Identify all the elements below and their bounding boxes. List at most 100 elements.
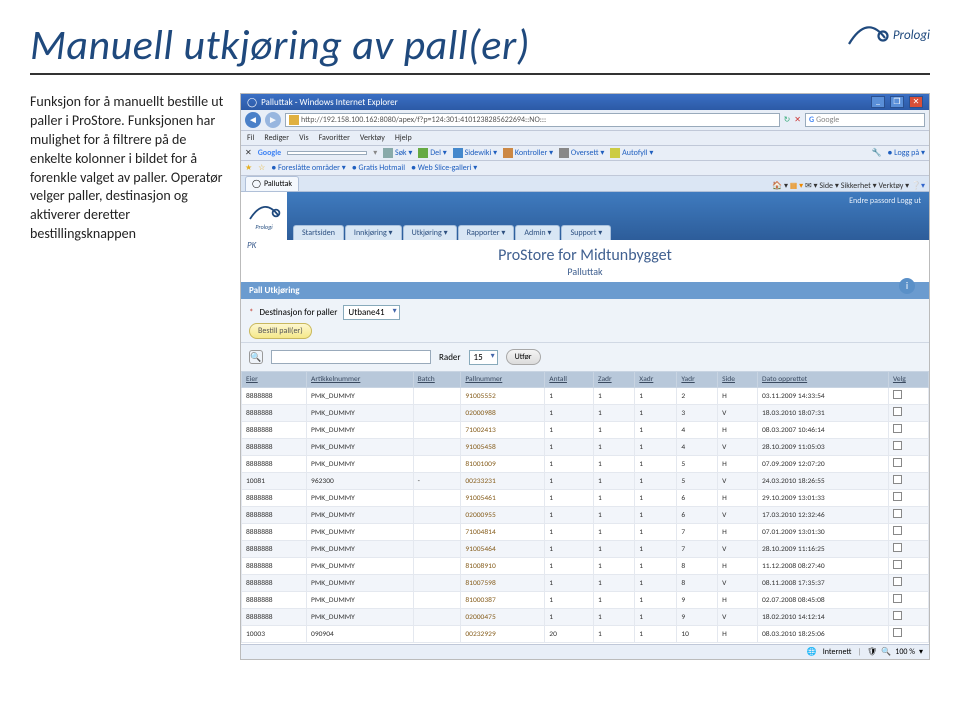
table-search-input[interactable] <box>271 350 431 364</box>
address-bar[interactable]: http://192.158.100.162:8080/apex/f?p=124… <box>285 113 780 127</box>
app-user-links[interactable]: Endre passord Logg ut <box>841 192 929 240</box>
table-cell: 1 <box>545 439 594 456</box>
stop-icon[interactable]: ✕ <box>794 115 801 125</box>
close-button[interactable]: ✕ <box>909 96 923 108</box>
menu-view[interactable]: Vis <box>299 133 309 143</box>
menu-tools[interactable]: Verktøy <box>360 133 385 143</box>
menu-file[interactable]: Fil <box>247 133 254 143</box>
row-checkbox[interactable] <box>893 577 902 586</box>
zoom-dropdown-icon[interactable]: ▾ <box>919 647 923 657</box>
table-cell: 81008910 <box>461 558 545 575</box>
wrench-icon[interactable]: 🔧 <box>872 148 882 158</box>
table-cell: PMK_DUMMY <box>307 524 414 541</box>
column-header[interactable]: Antall <box>545 372 594 388</box>
column-header[interactable]: Side <box>718 372 758 388</box>
tb-share[interactable]: Del ▾ <box>418 148 446 158</box>
row-checkbox[interactable] <box>893 526 902 535</box>
favorites-star-icon[interactable]: ★ <box>245 163 252 173</box>
app-tab-utkjoring[interactable]: Utkjøring ▾ <box>403 225 457 240</box>
tb-check[interactable]: Kontroller ▾ <box>503 148 553 158</box>
table-cell: 1 <box>545 490 594 507</box>
pallets-table: EierArtikkelnummerBatchPallnummerAntallZ… <box>241 371 929 643</box>
column-header[interactable]: Velg <box>888 372 928 388</box>
tb-login[interactable]: ● Logg på ▾ <box>888 148 926 158</box>
refresh-icon[interactable]: ↻ <box>784 115 791 125</box>
help-icon[interactable]: ❔▾ <box>911 181 925 191</box>
menu-edit[interactable]: Rediger <box>264 133 289 143</box>
google-search-input[interactable] <box>287 151 367 155</box>
app-tab-startsiden[interactable]: Startsiden <box>293 225 344 240</box>
column-header[interactable]: Dato opprettet <box>758 372 889 388</box>
add-fav-icon[interactable]: ☆ <box>258 163 265 173</box>
tab-action-page[interactable]: Side <box>819 181 833 191</box>
destination-select[interactable]: Utbane41 <box>343 305 399 320</box>
rows-select[interactable]: 15 <box>469 350 498 365</box>
row-checkbox[interactable] <box>893 492 902 501</box>
column-header[interactable]: Eier <box>242 372 307 388</box>
row-checkbox[interactable] <box>893 475 902 484</box>
app-tab-admin[interactable]: Admin ▾ <box>515 225 560 240</box>
search-icon-btn[interactable]: 🔍 <box>249 350 263 364</box>
zoom-icon[interactable]: 🔍 <box>881 647 891 657</box>
window-title: Palluttak - Windows Internet Explorer <box>261 97 398 108</box>
tab-action-security[interactable]: Sikkerhet <box>841 181 871 191</box>
row-checkbox[interactable] <box>893 509 902 518</box>
fav-hotmail[interactable]: ● Gratis Hotmail <box>352 163 405 173</box>
tb-sidewiki[interactable]: Sidewiki ▾ <box>453 148 497 158</box>
tab-action-tools[interactable]: Verktøy <box>878 181 903 191</box>
table-cell: 090904 <box>307 626 414 643</box>
table-cell: 1 <box>545 609 594 626</box>
column-header[interactable]: Yadr <box>677 372 718 388</box>
feed-icon[interactable]: ▦ ▾ <box>790 181 803 191</box>
app-tab-rapporter[interactable]: Rapporter ▾ <box>458 225 515 240</box>
row-checkbox[interactable] <box>893 543 902 552</box>
table-cell: 5 <box>677 473 718 490</box>
browser-search-box[interactable]: G Google <box>805 113 925 127</box>
table-cell: - <box>413 473 461 490</box>
row-checkbox[interactable] <box>893 390 902 399</box>
table-cell: 08.03.2010 18:25:06 <box>758 626 889 643</box>
order-pallets-button[interactable]: Bestill pall(er) <box>249 323 312 339</box>
tb-translate[interactable]: Oversett ▾ <box>559 148 604 158</box>
tb-autofill[interactable]: Autofyll ▾ <box>610 148 653 158</box>
mail-icon[interactable]: ✉ ▾ <box>805 181 818 191</box>
column-header[interactable]: Zadr <box>593 372 634 388</box>
back-button[interactable]: ◄ <box>245 112 261 128</box>
fav-suggested[interactable]: ● Foreslåtte områder ▾ <box>271 163 345 173</box>
info-badge-icon[interactable]: i <box>899 278 915 294</box>
run-button[interactable]: Utfør <box>506 349 541 365</box>
row-checkbox[interactable] <box>893 441 902 450</box>
row-checkbox[interactable] <box>893 560 902 569</box>
maximize-button[interactable]: ❐ <box>890 96 904 108</box>
table-cell: 8888888 <box>242 388 307 405</box>
row-checkbox[interactable] <box>893 594 902 603</box>
fav-webslice[interactable]: ● Web Slice-galleri ▾ <box>411 163 477 173</box>
tb-search[interactable]: Søk ▾ <box>383 148 412 158</box>
row-checkbox[interactable] <box>893 458 902 467</box>
select-cell <box>888 473 928 490</box>
column-header[interactable]: Batch <box>413 372 461 388</box>
row-checkbox[interactable] <box>893 424 902 433</box>
browser-tab-palluttak[interactable]: ◯ Palluttak <box>245 176 299 191</box>
app-tab-innkjoring[interactable]: Innkjøring ▾ <box>345 225 402 240</box>
menu-help[interactable]: Hjelp <box>395 133 412 143</box>
column-header[interactable]: Pallnummer <box>461 372 545 388</box>
zoom-level: 100 % <box>895 647 915 657</box>
app-tab-support[interactable]: Support ▾ <box>561 225 611 240</box>
row-checkbox[interactable] <box>893 407 902 416</box>
table-cell: PMK_DUMMY <box>307 490 414 507</box>
title-underline <box>30 73 930 75</box>
table-row: 8888888PMK_DUMMY910054611116H29.10.2009 … <box>242 490 929 507</box>
minimize-button[interactable]: _ <box>871 96 885 108</box>
home-icon[interactable]: 🏠 ▾ <box>772 181 788 191</box>
row-checkbox[interactable] <box>893 628 902 637</box>
forward-button[interactable]: ► <box>265 112 281 128</box>
table-cell <box>413 626 461 643</box>
column-header[interactable]: Artikkelnummer <box>307 372 414 388</box>
column-header[interactable]: Xadr <box>635 372 677 388</box>
menu-fav[interactable]: Favoritter <box>319 133 350 143</box>
close-toolbar-icon[interactable]: ✕ <box>245 148 252 158</box>
table-cell: 18.02.2010 14:12:14 <box>758 609 889 626</box>
row-checkbox[interactable] <box>893 611 902 620</box>
table-cell: 81000387 <box>461 592 545 609</box>
